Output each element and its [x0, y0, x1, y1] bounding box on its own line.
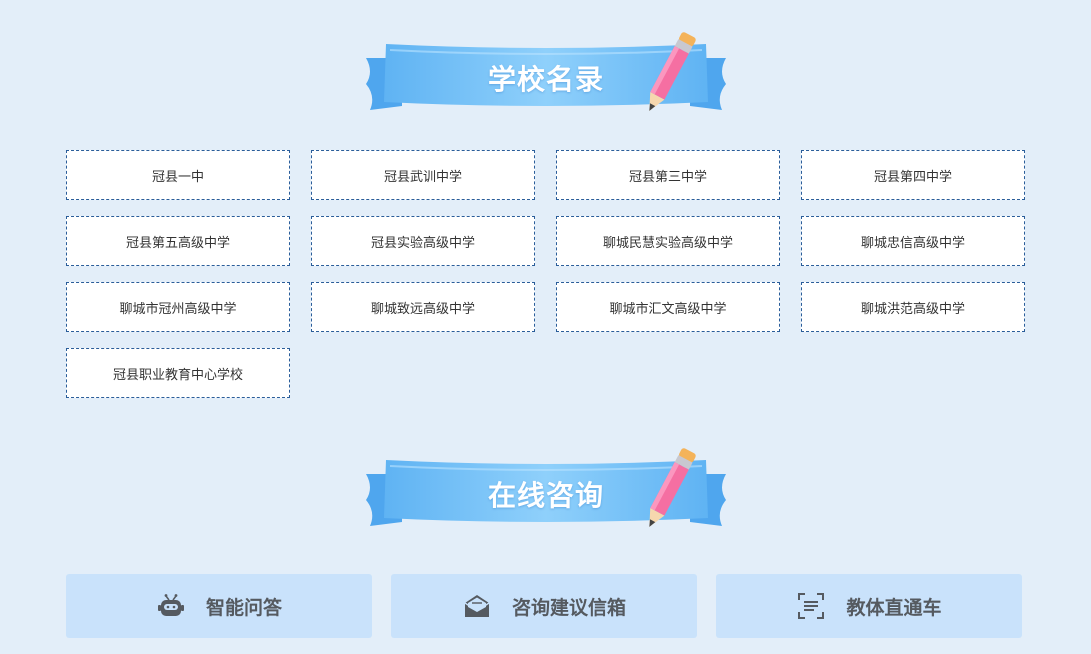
education-express-button[interactable]: 教体直通车: [716, 574, 1022, 638]
school-link[interactable]: 冠县武训中学: [311, 150, 535, 200]
smart-qa-button[interactable]: 智能问答: [66, 574, 372, 638]
button-label: 教体直通车: [846, 596, 942, 619]
school-link[interactable]: 聊城忠信高级中学: [801, 216, 1025, 266]
school-link[interactable]: 聊城致远高级中学: [311, 282, 535, 332]
school-link[interactable]: 聊城市汇文高级中学: [556, 282, 780, 332]
button-label: 咨询建议信箱: [511, 596, 626, 619]
school-link[interactable]: 聊城民慧实验高级中学: [556, 216, 780, 266]
school-link[interactable]: 冠县第五高级中学: [66, 216, 290, 266]
school-link[interactable]: 聊城市冠州高级中学: [66, 282, 290, 332]
school-link[interactable]: 冠县职业教育中心学校: [66, 348, 290, 398]
pencil-icon: [649, 448, 696, 527]
schools-banner: 学校名录: [362, 32, 730, 120]
pencil-icon: [649, 32, 696, 111]
button-label: 智能问答: [205, 596, 282, 619]
scan-icon: [796, 591, 826, 621]
school-link[interactable]: 冠县第三中学: [556, 150, 780, 200]
consult-banner: 在线咨询: [362, 448, 730, 536]
school-link[interactable]: 冠县一中: [66, 150, 290, 200]
robot-icon: [156, 591, 186, 621]
school-link[interactable]: 冠县实验高级中学: [311, 216, 535, 266]
page: 学校名录 冠县一中 冠县武训中学 冠县第三中学 冠县第四中学 冠县第五高级中学 …: [0, 0, 1091, 654]
school-link[interactable]: 聊城洪范高级中学: [801, 282, 1025, 332]
mailbox-icon: [462, 591, 492, 621]
school-link[interactable]: 冠县第四中学: [801, 150, 1025, 200]
suggestion-mailbox-button[interactable]: 咨询建议信箱: [391, 574, 697, 638]
